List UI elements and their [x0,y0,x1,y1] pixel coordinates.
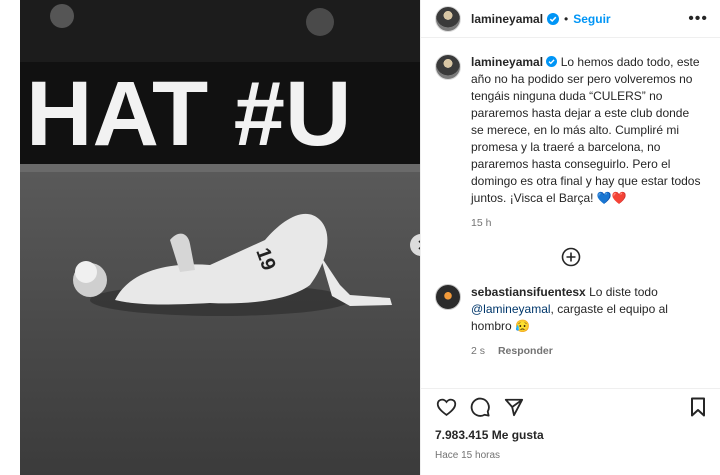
header-username[interactable]: lamineyamal [471,12,543,26]
posted-time: Hace 15 horas [435,450,501,461]
more-options-icon[interactable]: ••• [688,10,708,27]
send-icon [504,398,524,416]
caption-time: 15 h [471,217,492,229]
plus-circle-icon [561,247,581,267]
comment-mention[interactable]: @lamineyamal [471,302,551,316]
comment-avatar[interactable] [435,284,461,310]
caption: lamineyamal Lo hemos dado todo, este año… [435,54,707,232]
follow-button[interactable]: Seguir [573,12,610,26]
comment-button[interactable] [469,396,491,418]
comments-section: lamineyamal Lo hemos dado todo, este año… [421,38,720,388]
load-more [435,246,707,268]
save-button[interactable] [687,396,709,418]
verified-badge-icon [546,56,558,67]
load-more-button[interactable] [560,246,582,268]
caption-username[interactable]: lamineyamal [471,55,543,69]
caption-body: lamineyamal Lo hemos dado todo, este año… [471,54,705,232]
comment-time: 2 s [471,345,486,357]
likes-count[interactable]: 7.983.415 Me gusta [435,428,544,442]
share-button[interactable] [503,396,525,418]
comment-text-start: Lo diste todo [589,285,658,299]
photo-scene: HAT #U 19 [20,0,420,475]
post-detail-panel: lamineyamal • Seguir ••• lamineyamal Lo … [420,0,720,475]
bookmark-icon [691,397,705,416]
heart-icon [436,398,456,416]
comment-icon [470,397,490,417]
banner-text: HAT #U [26,63,351,165]
post-header: lamineyamal • Seguir ••• [421,0,720,38]
header-separator: • [564,11,569,26]
comment-meta: 2 s Responder [471,343,705,360]
comment-body: sebastiansifuentesx Lo diste todo @lamin… [471,284,705,360]
comment-username[interactable]: sebastiansifuentesx [471,285,586,299]
action-bar [421,388,720,424]
verified-badge-icon [547,12,560,25]
avatar[interactable] [435,5,461,32]
post-image[interactable]: HAT #U 19 [20,0,420,475]
like-button[interactable] [435,396,457,418]
left-margin [0,0,20,475]
caption-text: Lo hemos dado todo, este año no ha podid… [471,55,701,205]
comment-item: sebastiansifuentesx Lo diste todo @lamin… [435,284,707,360]
caption-avatar[interactable] [435,54,461,80]
reply-button[interactable]: Responder [498,345,553,357]
